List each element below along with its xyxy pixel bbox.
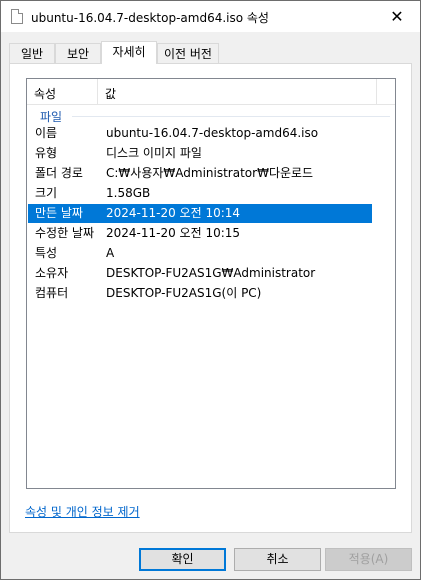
property-name: 특성 <box>35 246 58 260</box>
property-name: 유형 <box>35 146 58 160</box>
property-value: ubuntu-16.04.7-desktop-amd64.iso <box>106 126 319 140</box>
property-name: 컴퓨터 <box>35 286 69 300</box>
group-file-label: 파일 <box>40 110 63 124</box>
property-value: DESKTOP-FU2AS1G(이 PC) <box>106 286 262 300</box>
column-header: 속성 값 <box>27 79 395 105</box>
ok-button[interactable]: 확인 <box>139 548 226 571</box>
title-bar: ubuntu-16.04.7-desktop-amd64.iso 속성 ✕ <box>1 1 420 32</box>
details-panel: 속성 값 파일 이름 ubuntu-16.04.7-desktop-amd64.… <box>9 63 412 533</box>
list-item-selected[interactable]: 만든 날짜 2024-11-20 오전 10:14 <box>28 204 372 223</box>
list-item[interactable]: 유형 디스크 이미지 파일 <box>28 144 372 163</box>
column-divider[interactable] <box>97 79 98 104</box>
window-title: ubuntu-16.04.7-desktop-amd64.iso 속성 <box>31 11 269 25</box>
list-item[interactable]: 컴퓨터 DESKTOP-FU2AS1G(이 PC) <box>28 284 372 303</box>
column-value[interactable]: 값 <box>105 85 116 102</box>
property-value: A <box>106 246 115 260</box>
details-list[interactable]: 속성 값 파일 이름 ubuntu-16.04.7-desktop-amd64.… <box>26 78 396 489</box>
tab-details[interactable]: 자세히 <box>101 41 157 64</box>
property-name: 수정한 날짜 <box>35 226 95 240</box>
list-item[interactable]: 크기 1.58GB <box>28 184 372 203</box>
property-value: 디스크 이미지 파일 <box>106 146 202 160</box>
column-divider[interactable] <box>376 79 377 104</box>
list-item[interactable]: 소유자 DESKTOP-FU2AS1G₩Administrator <box>28 264 372 283</box>
list-item[interactable]: 폴더 경로 C:₩사용자₩Administrator₩다운로드 <box>28 164 372 183</box>
property-value: DESKTOP-FU2AS1G₩Administrator <box>106 266 316 280</box>
tab-security[interactable]: 보안 <box>55 43 101 63</box>
property-name: 이름 <box>35 126 58 140</box>
tab-previous-versions[interactable]: 이전 버전 <box>157 43 219 63</box>
property-value: 1.58GB <box>106 186 151 200</box>
file-icon <box>11 9 23 24</box>
property-value: 2024-11-20 오전 10:14 <box>106 206 241 220</box>
list-item[interactable]: 이름 ubuntu-16.04.7-desktop-amd64.iso <box>28 124 372 143</box>
group-divider <box>72 116 390 117</box>
list-item[interactable]: 수정한 날짜 2024-11-20 오전 10:15 <box>28 224 372 243</box>
tab-general[interactable]: 일반 <box>9 43 55 63</box>
column-property[interactable]: 속성 <box>34 85 56 102</box>
property-value: C:₩사용자₩Administrator₩다운로드 <box>106 166 314 180</box>
property-name: 크기 <box>35 186 58 200</box>
cancel-button[interactable]: 취소 <box>234 548 321 571</box>
apply-button[interactable]: 적용(A) <box>325 548 412 571</box>
property-name: 폴더 경로 <box>35 166 83 180</box>
property-value: 2024-11-20 오전 10:15 <box>106 226 241 240</box>
remove-properties-link[interactable]: 속성 및 개인 정보 제거 <box>25 503 140 520</box>
properties-window: ubuntu-16.04.7-desktop-amd64.iso 속성 ✕ 일반… <box>0 0 421 580</box>
property-name: 만든 날짜 <box>35 206 83 220</box>
list-item[interactable]: 특성 A <box>28 244 372 263</box>
close-button[interactable]: ✕ <box>374 1 420 32</box>
property-name: 소유자 <box>35 266 69 280</box>
